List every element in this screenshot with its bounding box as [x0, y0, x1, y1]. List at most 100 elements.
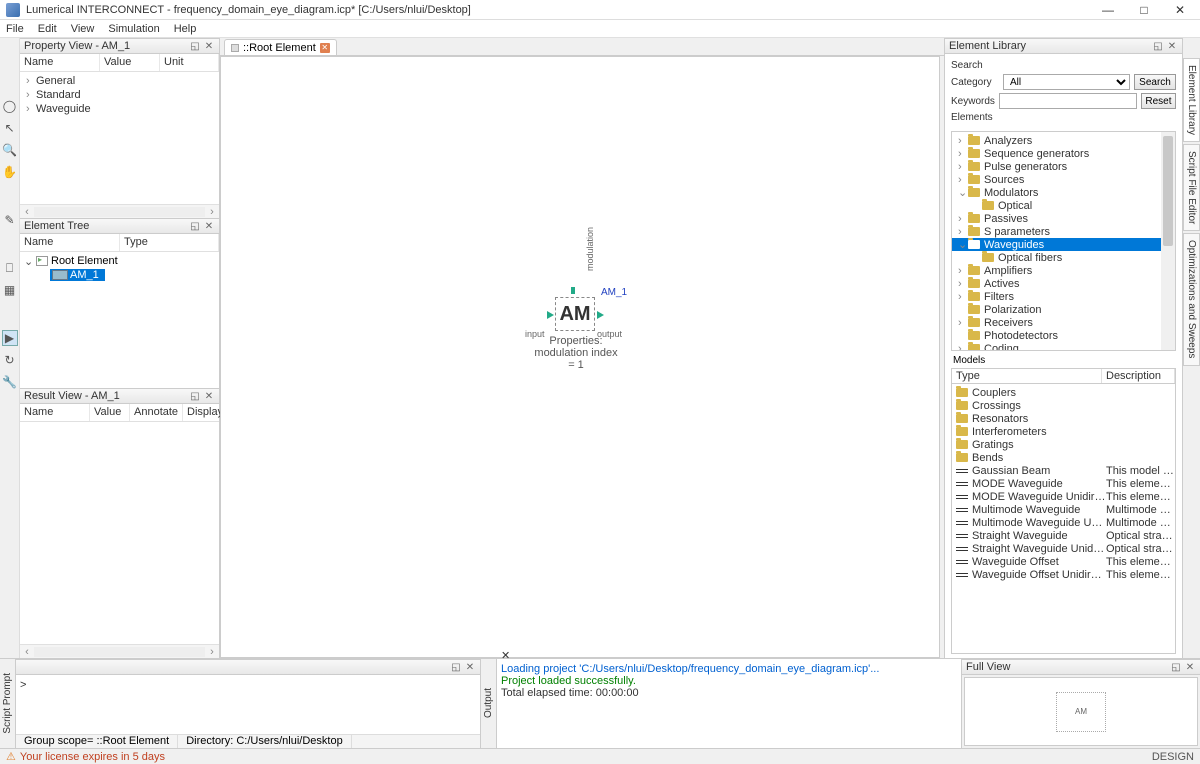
- model-item-resonators[interactable]: Resonators: [952, 412, 1175, 425]
- library-scrollbar[interactable]: [1161, 132, 1175, 350]
- script-input[interactable]: >: [16, 675, 480, 734]
- model-item-crossings[interactable]: Crossings: [952, 399, 1175, 412]
- prop-row-waveguide[interactable]: ›Waveguide: [20, 102, 219, 116]
- library-tree[interactable]: ›Analyzers›Sequence generators›Pulse gen…: [951, 131, 1176, 351]
- tool-pan-icon[interactable]: ✋: [2, 164, 18, 180]
- tab-close-icon[interactable]: ✕: [320, 43, 330, 53]
- element-body[interactable]: AM: [555, 297, 595, 331]
- design-canvas[interactable]: AM_1 modulation AM input output Properti…: [220, 56, 940, 658]
- tool-zoom-icon[interactable]: 🔍: [2, 142, 18, 158]
- et-col-name[interactable]: Name: [20, 234, 120, 251]
- library-item-s-parameters[interactable]: ›S parameters: [952, 225, 1175, 238]
- port-input[interactable]: [547, 311, 554, 319]
- tool-refresh-icon[interactable]: ↻: [2, 352, 18, 368]
- library-item-waveguides[interactable]: ⌄Waveguides: [952, 238, 1175, 251]
- library-item-amplifiers[interactable]: ›Amplifiers: [952, 264, 1175, 277]
- tree-item-am1[interactable]: AM_1: [20, 268, 219, 282]
- maximize-button[interactable]: □: [1130, 2, 1158, 18]
- tab-root-element[interactable]: ::Root Element ✕: [224, 39, 337, 55]
- panel-float-icon[interactable]: ◱: [189, 220, 201, 232]
- library-item-sequence-generators[interactable]: ›Sequence generators: [952, 147, 1175, 160]
- rv-col-value[interactable]: Value: [90, 404, 130, 421]
- prop-col-name[interactable]: Name: [20, 54, 100, 71]
- reset-button[interactable]: Reset: [1141, 93, 1176, 109]
- library-item-modulators[interactable]: ⌄Modulators: [952, 186, 1175, 199]
- library-item-receivers[interactable]: ›Receivers: [952, 316, 1175, 329]
- panel-float-icon[interactable]: ◱: [189, 390, 201, 402]
- port-output[interactable]: [597, 311, 604, 319]
- panel-close-icon[interactable]: ✕: [203, 390, 215, 402]
- panel-close-icon[interactable]: ✕: [203, 220, 215, 232]
- model-item-couplers[interactable]: Couplers: [952, 386, 1175, 399]
- tab-script-file-editor[interactable]: Script File Editor: [1183, 144, 1200, 231]
- tool-settings-icon[interactable]: 🔧: [2, 374, 18, 390]
- model-item-gaussian-beam[interactable]: Gaussian BeamThis model is equiv...: [952, 464, 1175, 477]
- library-item-coding[interactable]: ›Coding: [952, 342, 1175, 351]
- models-col-description[interactable]: Description: [1102, 369, 1175, 383]
- models-col-type[interactable]: Type: [952, 369, 1102, 383]
- panel-close-icon[interactable]: ✕: [1184, 661, 1196, 673]
- library-item-passives[interactable]: ›Passives: [952, 212, 1175, 225]
- model-item-straight-waveguide-unidirectional[interactable]: Straight Waveguide UnidirectionalOptical…: [952, 542, 1175, 555]
- library-item-optical[interactable]: Optical: [952, 199, 1175, 212]
- panel-close-icon[interactable]: ✕: [1166, 40, 1178, 52]
- model-item-mode-waveguide[interactable]: MODE WaveguideThis element can im...: [952, 477, 1175, 490]
- close-button[interactable]: ✕: [1166, 2, 1194, 18]
- library-item-sources[interactable]: ›Sources: [952, 173, 1175, 186]
- model-item-waveguide-offset-unidirectional[interactable]: Waveguide Offset UnidirectionalThis elem…: [952, 568, 1175, 581]
- rv-col-name[interactable]: Name: [20, 404, 90, 421]
- panel-float-icon[interactable]: ◱: [1170, 661, 1182, 673]
- panel-close-icon[interactable]: ✕: [203, 40, 215, 52]
- model-item-gratings[interactable]: Gratings: [952, 438, 1175, 451]
- menu-help[interactable]: Help: [174, 23, 197, 35]
- menu-view[interactable]: View: [71, 23, 95, 35]
- tool-run-icon[interactable]: ▶: [2, 330, 18, 346]
- status-bar: Your license expires in 5 days DESIGN: [0, 748, 1200, 764]
- library-item-polarization[interactable]: Polarization: [952, 303, 1175, 316]
- prop-col-value[interactable]: Value: [100, 54, 160, 71]
- keywords-input[interactable]: [999, 93, 1137, 109]
- library-item-photodetectors[interactable]: Photodetectors: [952, 329, 1175, 342]
- tool-select-icon[interactable]: ◯: [2, 98, 18, 114]
- tool-pointer-icon[interactable]: ↖: [2, 120, 18, 136]
- tool-edit-icon[interactable]: ✎: [2, 212, 18, 228]
- prop-row-general[interactable]: ›General: [20, 74, 219, 88]
- port-modulation[interactable]: [571, 287, 575, 294]
- library-item-optical-fibers[interactable]: Optical fibers: [952, 251, 1175, 264]
- model-item-mode-waveguide-unidirectional[interactable]: MODE Waveguide UnidirectionalThis elemen…: [952, 490, 1175, 503]
- prop-col-unit[interactable]: Unit: [160, 54, 219, 71]
- library-item-pulse-generators[interactable]: ›Pulse generators: [952, 160, 1175, 173]
- panel-float-icon[interactable]: ◱: [189, 40, 201, 52]
- title-bar: Lumerical INTERCONNECT - frequency_domai…: [0, 0, 1200, 20]
- model-item-multimode-waveguide[interactable]: Multimode WaveguideMultimode wavegui...: [952, 503, 1175, 516]
- panel-float-icon[interactable]: ◱: [450, 661, 462, 673]
- prop-row-standard[interactable]: ›Standard: [20, 88, 219, 102]
- model-item-straight-waveguide[interactable]: Straight WaveguideOptical straight wav..…: [952, 529, 1175, 542]
- model-item-multimode-waveguide-unidirectional[interactable]: Multimode Waveguide UnidirectionalMultim…: [952, 516, 1175, 529]
- tree-root-element[interactable]: ⌄Root Element: [20, 254, 219, 268]
- canvas-element-am1[interactable]: AM_1 modulation AM input output Properti…: [541, 297, 611, 371]
- tool-grid-icon[interactable]: ▦: [2, 282, 18, 298]
- model-item-interferometers[interactable]: Interferometers: [952, 425, 1175, 438]
- library-item-actives[interactable]: ›Actives: [952, 277, 1175, 290]
- search-button[interactable]: Search: [1134, 74, 1176, 90]
- result-scrollbar[interactable]: ‹›: [20, 644, 219, 658]
- tab-optimizations-sweeps[interactable]: Optimizations and Sweeps: [1183, 233, 1200, 365]
- tool-window-icon[interactable]: ⎕: [2, 260, 18, 276]
- minimize-button[interactable]: —: [1094, 2, 1122, 18]
- library-item-analyzers[interactable]: ›Analyzers: [952, 134, 1175, 147]
- model-item-waveguide-offset[interactable]: Waveguide OffsetThis element applie...: [952, 555, 1175, 568]
- et-col-type[interactable]: Type: [120, 234, 219, 251]
- model-item-bends[interactable]: Bends: [952, 451, 1175, 464]
- menu-simulation[interactable]: Simulation: [108, 23, 159, 35]
- tab-element-library[interactable]: Element Library: [1183, 58, 1200, 142]
- menu-file[interactable]: File: [6, 23, 24, 35]
- category-select[interactable]: All: [1003, 74, 1130, 90]
- panel-close-icon[interactable]: ✕: [464, 661, 476, 673]
- prop-scrollbar[interactable]: ‹›: [20, 204, 219, 218]
- full-view-thumbnail[interactable]: AM: [964, 677, 1198, 746]
- menu-edit[interactable]: Edit: [38, 23, 57, 35]
- panel-float-icon[interactable]: ◱: [1152, 40, 1164, 52]
- library-item-filters[interactable]: ›Filters: [952, 290, 1175, 303]
- rv-col-annotate[interactable]: Annotate: [130, 404, 183, 421]
